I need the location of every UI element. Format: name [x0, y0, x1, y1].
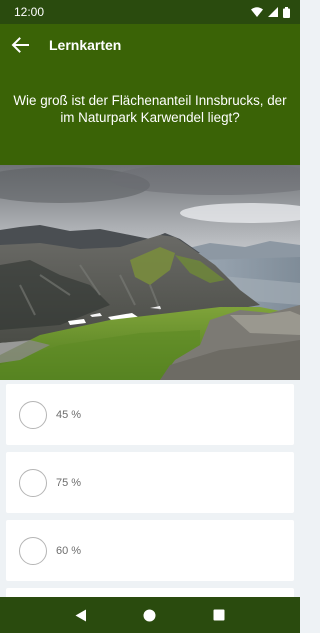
answer-option[interactable]: 60 % — [6, 520, 294, 581]
status-icons — [251, 6, 290, 18]
status-bar: 12:00 — [0, 0, 300, 24]
answer-option[interactable]: 75 % — [6, 452, 294, 513]
status-time: 12:00 — [14, 5, 45, 19]
wifi-icon — [251, 7, 263, 17]
app-bar: Lernkarten — [0, 24, 300, 66]
radio-button[interactable] — [19, 536, 47, 565]
answer-option-partial[interactable] — [6, 588, 294, 597]
nav-recents-button[interactable] — [204, 600, 234, 630]
answer-label: 75 % — [56, 476, 82, 489]
triangle-back-icon — [75, 609, 86, 621]
question-image — [0, 165, 300, 380]
arrow-back-icon — [11, 37, 29, 53]
answer-label: 45 % — [56, 408, 82, 421]
answer-label: 60 % — [56, 544, 82, 557]
page-title: Lernkarten — [49, 37, 122, 53]
radio-button[interactable] — [19, 400, 47, 429]
battery-icon — [283, 6, 290, 18]
back-button[interactable] — [0, 24, 43, 66]
circle-home-icon — [143, 609, 156, 621]
signal-icon — [268, 7, 278, 17]
question-panel: Wie groß ist der Flächenanteil Innsbruck… — [0, 66, 300, 165]
answer-option[interactable]: 45 % — [6, 384, 294, 445]
nav-home-button[interactable] — [135, 600, 165, 630]
system-nav-bar — [0, 597, 300, 633]
nav-back-button[interactable] — [66, 600, 96, 630]
question-text: Wie groß ist der Flächenanteil Innsbruck… — [13, 92, 287, 125]
radio-button[interactable] — [19, 468, 47, 497]
square-recents-icon — [213, 609, 225, 621]
answer-list: 45 % 75 % 60 % — [0, 380, 300, 597]
